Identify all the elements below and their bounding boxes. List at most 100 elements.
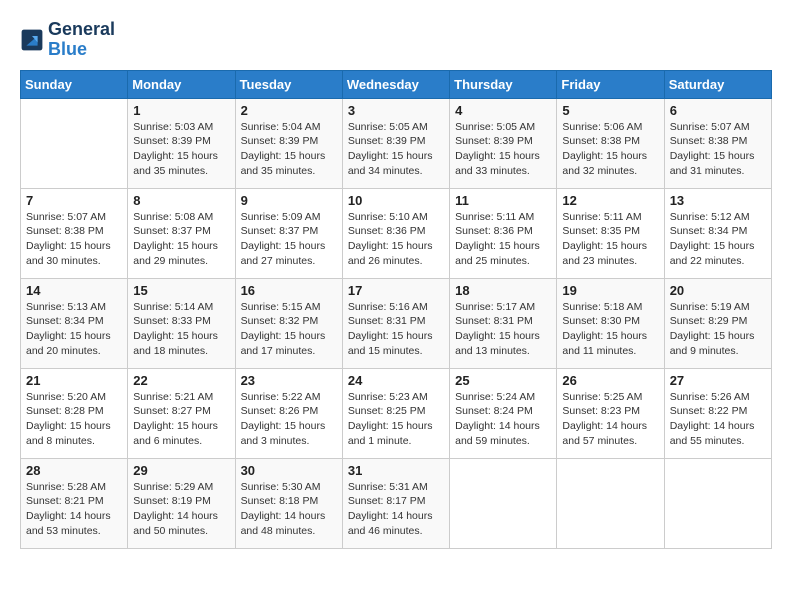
calendar-cell: 30Sunrise: 5:30 AMSunset: 8:18 PMDayligh… <box>235 458 342 548</box>
day-info: Sunrise: 5:28 AMSunset: 8:21 PMDaylight:… <box>26 480 122 539</box>
header-day: Tuesday <box>235 70 342 98</box>
day-info: Sunrise: 5:25 AMSunset: 8:23 PMDaylight:… <box>562 390 658 449</box>
calendar-cell: 17 Sunrise: 5:16 AMSunset: 8:31 PMDayligh… <box>342 278 449 368</box>
header-row: SundayMondayTuesdayWednesdayThursdayFrid… <box>21 70 772 98</box>
header-day: Monday <box>128 70 235 98</box>
calendar-cell: 26 Sunrise: 5:25 AMSunset: 8:23 PMDayligh… <box>557 368 664 458</box>
day-number: 13 <box>670 193 766 208</box>
calendar-week-row: 28 Sunrise: 5:28 AMSunset: 8:21 PMDayligh… <box>21 458 772 548</box>
calendar-cell: 20 Sunrise: 5:19 AMSunset: 8:29 PMDayligh… <box>664 278 771 368</box>
day-info: Sunrise: 5:23 AMSunset: 8:25 PMDaylight:… <box>348 390 444 449</box>
day-number: 3 <box>348 103 444 118</box>
day-info: Sunrise: 5:11 AMSunset: 8:35 PMDaylight:… <box>562 210 658 269</box>
day-number: 24 <box>348 373 444 388</box>
calendar-cell: 29Sunrise: 5:29 AMSunset: 8:19 PMDayligh… <box>128 458 235 548</box>
day-number: 18 <box>455 283 551 298</box>
day-info: Sunrise: 5:07 AMSunset: 8:38 PMDaylight:… <box>26 210 122 269</box>
calendar-cell: 5 Sunrise: 5:06 AMSunset: 8:38 PMDaylight… <box>557 98 664 188</box>
calendar-cell: 28 Sunrise: 5:28 AMSunset: 8:21 PMDayligh… <box>21 458 128 548</box>
day-info: Sunrise: 5:07 AMSunset: 8:38 PMDaylight:… <box>670 120 766 179</box>
day-number: 27 <box>670 373 766 388</box>
calendar-cell: 6 Sunrise: 5:07 AMSunset: 8:38 PMDaylight… <box>664 98 771 188</box>
calendar-cell: 27 Sunrise: 5:26 AMSunset: 8:22 PMDayligh… <box>664 368 771 458</box>
header-day: Thursday <box>450 70 557 98</box>
day-number: 8 <box>133 193 229 208</box>
day-info: Sunrise: 5:06 AMSunset: 8:38 PMDaylight:… <box>562 120 658 179</box>
calendar-cell: 2 Sunrise: 5:04 AMSunset: 8:39 PMDaylight… <box>235 98 342 188</box>
calendar-cell: 12 Sunrise: 5:11 AMSunset: 8:35 PMDayligh… <box>557 188 664 278</box>
day-info: Sunrise: 5:03 AMSunset: 8:39 PMDaylight:… <box>133 120 229 179</box>
calendar-week-row: 21Sunrise: 5:20 AMSunset: 8:28 PMDayligh… <box>21 368 772 458</box>
day-info: Sunrise: 5:17 AMSunset: 8:31 PMDaylight:… <box>455 300 551 359</box>
calendar-cell <box>450 458 557 548</box>
day-info: Sunrise: 5:10 AMSunset: 8:36 PMDaylight:… <box>348 210 444 269</box>
day-number: 12 <box>562 193 658 208</box>
day-number: 16 <box>241 283 337 298</box>
day-number: 20 <box>670 283 766 298</box>
day-info: Sunrise: 5:04 AMSunset: 8:39 PMDaylight:… <box>241 120 337 179</box>
day-info: Sunrise: 5:15 AMSunset: 8:32 PMDaylight:… <box>241 300 337 359</box>
calendar-cell <box>557 458 664 548</box>
calendar-cell: 4 Sunrise: 5:05 AMSunset: 8:39 PMDaylight… <box>450 98 557 188</box>
day-info: Sunrise: 5:24 AMSunset: 8:24 PMDaylight:… <box>455 390 551 449</box>
day-number: 6 <box>670 103 766 118</box>
day-info: Sunrise: 5:14 AMSunset: 8:33 PMDaylight:… <box>133 300 229 359</box>
calendar-cell: 7 Sunrise: 5:07 AMSunset: 8:38 PMDaylight… <box>21 188 128 278</box>
day-number: 7 <box>26 193 122 208</box>
day-number: 2 <box>241 103 337 118</box>
calendar-cell <box>21 98 128 188</box>
day-info: Sunrise: 5:20 AMSunset: 8:28 PMDaylight:… <box>26 390 122 449</box>
calendar-body: 1Sunrise: 5:03 AMSunset: 8:39 PMDaylight… <box>21 98 772 548</box>
calendar-cell: 9 Sunrise: 5:09 AMSunset: 8:37 PMDaylight… <box>235 188 342 278</box>
calendar-cell: 13 Sunrise: 5:12 AMSunset: 8:34 PMDayligh… <box>664 188 771 278</box>
calendar-cell: 10 Sunrise: 5:10 AMSunset: 8:36 PMDayligh… <box>342 188 449 278</box>
day-info: Sunrise: 5:12 AMSunset: 8:34 PMDaylight:… <box>670 210 766 269</box>
day-number: 22 <box>133 373 229 388</box>
day-number: 26 <box>562 373 658 388</box>
day-number: 28 <box>26 463 122 478</box>
header-day: Saturday <box>664 70 771 98</box>
calendar-week-row: 14 Sunrise: 5:13 AMSunset: 8:34 PMDayligh… <box>21 278 772 368</box>
logo: GeneralBlue <box>20 20 115 60</box>
calendar-cell: 24 Sunrise: 5:23 AMSunset: 8:25 PMDayligh… <box>342 368 449 458</box>
calendar-cell: 18 Sunrise: 5:17 AMSunset: 8:31 PMDayligh… <box>450 278 557 368</box>
calendar-table: SundayMondayTuesdayWednesdayThursdayFrid… <box>20 70 772 549</box>
day-info: Sunrise: 5:18 AMSunset: 8:30 PMDaylight:… <box>562 300 658 359</box>
calendar-cell: 31 Sunrise: 5:31 AMSunset: 8:17 PMDayligh… <box>342 458 449 548</box>
calendar-cell: 19 Sunrise: 5:18 AMSunset: 8:30 PMDayligh… <box>557 278 664 368</box>
day-info: Sunrise: 5:22 AMSunset: 8:26 PMDaylight:… <box>241 390 337 449</box>
day-number: 10 <box>348 193 444 208</box>
day-number: 11 <box>455 193 551 208</box>
calendar-cell: 23 Sunrise: 5:22 AMSunset: 8:26 PMDayligh… <box>235 368 342 458</box>
day-info: Sunrise: 5:31 AMSunset: 8:17 PMDaylight:… <box>348 480 444 539</box>
day-info: Sunrise: 5:26 AMSunset: 8:22 PMDaylight:… <box>670 390 766 449</box>
day-number: 31 <box>348 463 444 478</box>
page-header: GeneralBlue <box>20 20 772 60</box>
day-number: 4 <box>455 103 551 118</box>
calendar-cell: 14 Sunrise: 5:13 AMSunset: 8:34 PMDayligh… <box>21 278 128 368</box>
day-number: 5 <box>562 103 658 118</box>
day-info: Sunrise: 5:30 AMSunset: 8:18 PMDaylight:… <box>241 480 337 539</box>
calendar-cell: 3Sunrise: 5:05 AMSunset: 8:39 PMDaylight… <box>342 98 449 188</box>
calendar-cell: 1Sunrise: 5:03 AMSunset: 8:39 PMDaylight… <box>128 98 235 188</box>
calendar-cell: 11 Sunrise: 5:11 AMSunset: 8:36 PMDayligh… <box>450 188 557 278</box>
header-day: Sunday <box>21 70 128 98</box>
day-number: 14 <box>26 283 122 298</box>
day-number: 19 <box>562 283 658 298</box>
header-day: Wednesday <box>342 70 449 98</box>
day-info: Sunrise: 5:11 AMSunset: 8:36 PMDaylight:… <box>455 210 551 269</box>
day-number: 23 <box>241 373 337 388</box>
calendar-cell: 16 Sunrise: 5:15 AMSunset: 8:32 PMDayligh… <box>235 278 342 368</box>
calendar-cell: 22Sunrise: 5:21 AMSunset: 8:27 PMDayligh… <box>128 368 235 458</box>
day-number: 29 <box>133 463 229 478</box>
day-info: Sunrise: 5:13 AMSunset: 8:34 PMDaylight:… <box>26 300 122 359</box>
calendar-cell: 25Sunrise: 5:24 AMSunset: 8:24 PMDayligh… <box>450 368 557 458</box>
calendar-cell: 8Sunrise: 5:08 AMSunset: 8:37 PMDaylight… <box>128 188 235 278</box>
day-info: Sunrise: 5:16 AMSunset: 8:31 PMDaylight:… <box>348 300 444 359</box>
day-info: Sunrise: 5:19 AMSunset: 8:29 PMDaylight:… <box>670 300 766 359</box>
day-info: Sunrise: 5:05 AMSunset: 8:39 PMDaylight:… <box>455 120 551 179</box>
day-number: 17 <box>348 283 444 298</box>
day-number: 9 <box>241 193 337 208</box>
day-info: Sunrise: 5:09 AMSunset: 8:37 PMDaylight:… <box>241 210 337 269</box>
calendar-cell: 15Sunrise: 5:14 AMSunset: 8:33 PMDayligh… <box>128 278 235 368</box>
